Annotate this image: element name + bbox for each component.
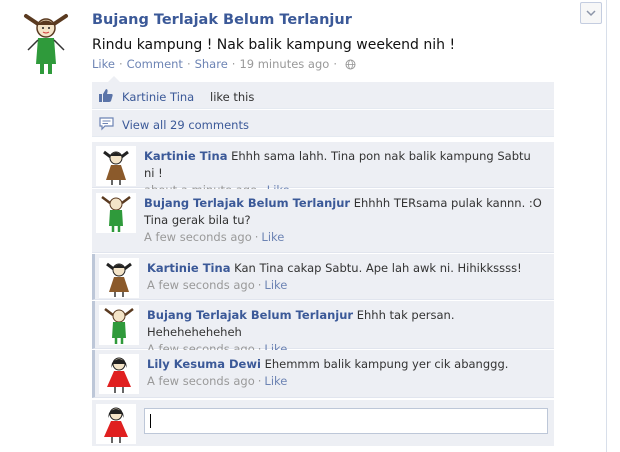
comment-meta: A few seconds ago · Like <box>147 373 547 390</box>
comment-meta: A few seconds ago · Like <box>147 277 547 294</box>
author-avatar[interactable] <box>20 12 72 76</box>
separator: · <box>333 57 337 71</box>
comment-like-link[interactable]: Like <box>264 278 287 292</box>
separator: · <box>186 57 191 71</box>
current-user-avatar <box>96 404 136 444</box>
share-link[interactable]: Share <box>195 57 228 71</box>
comment-meta: A few seconds ago · Like <box>144 229 544 246</box>
comment-author[interactable]: Kartinie Tina <box>144 149 227 163</box>
comment-timestamp[interactable]: A few seconds ago <box>147 278 255 292</box>
commenter-avatar[interactable] <box>96 146 136 186</box>
comment-body: Lily Kesuma Dewi Ehemmm balik kampung ye… <box>147 356 547 390</box>
post-author-name[interactable]: Bujang Terlajak Belum Terlanjur <box>92 12 352 28</box>
comment-bubble-icon <box>99 117 114 131</box>
likes-row: Kartinie Tina like this <box>92 76 554 109</box>
comment-item: Bujang Terlajak Belum Terlanjur Ehhh tak… <box>92 301 554 356</box>
story-menu-button[interactable] <box>580 2 602 24</box>
comment-item: Lily Kesuma Dewi Ehemmm balik kampung ye… <box>92 350 554 398</box>
like-link[interactable]: Like <box>92 57 115 71</box>
add-comment-row <box>92 400 554 446</box>
comment-like-link[interactable]: Like <box>261 230 284 244</box>
separator: · <box>118 57 123 71</box>
chevron-down-icon <box>586 10 596 17</box>
comment-body: Bujang Terlajak Belum Terlanjur Ehhhh TE… <box>144 195 544 246</box>
view-all-comments-row[interactable]: View all 29 comments <box>92 110 554 137</box>
comment-text: Kan Tina cakap Sabtu. Ape lah awk ni. Hi… <box>234 261 522 275</box>
feedback-pointer <box>108 76 120 82</box>
comment-author[interactable]: Bujang Terlajak Belum Terlanjur <box>144 196 350 210</box>
thumbs-up-icon <box>99 89 113 102</box>
comment-item: Kartinie Tina Kan Tina cakap Sabtu. Ape … <box>92 254 554 300</box>
comment-timestamp[interactable]: A few seconds ago <box>144 230 252 244</box>
separator: · <box>231 57 236 71</box>
separator: · <box>254 230 259 244</box>
commenter-avatar[interactable] <box>99 305 139 345</box>
post-timestamp[interactable]: 19 minutes ago <box>239 57 329 71</box>
view-all-comments-link[interactable]: View all 29 comments <box>122 118 249 132</box>
likes-text: like this <box>210 90 255 104</box>
commenter-avatar[interactable] <box>99 258 139 298</box>
comment-author[interactable]: Bujang Terlajak Belum Terlanjur <box>147 308 353 322</box>
commenter-avatar[interactable] <box>99 354 139 394</box>
post-message: Rindu kampung ! Nak balik kampung weeken… <box>92 37 456 53</box>
comment-item: Kartinie Tina Ehhh sama lahh. Tina pon n… <box>92 142 554 197</box>
text-cursor <box>150 414 151 428</box>
comment-item: Bujang Terlajak Belum Terlanjur Ehhhh TE… <box>92 189 554 253</box>
comment-author[interactable]: Lily Kesuma Dewi <box>147 357 261 371</box>
comment-link[interactable]: Comment <box>127 57 183 71</box>
comment-body: Kartinie Tina Kan Tina cakap Sabtu. Ape … <box>147 260 547 294</box>
comment-input[interactable] <box>144 408 548 434</box>
commenter-avatar[interactable] <box>96 193 136 233</box>
comment-text: Ehemmm balik kampung yer cik abanggg. <box>264 357 509 371</box>
separator: · <box>257 374 262 388</box>
separator: · <box>257 278 262 292</box>
post-actions: Like · Comment · Share · 19 minutes ago · <box>92 57 356 71</box>
globe-icon[interactable] <box>345 59 356 70</box>
comment-author[interactable]: Kartinie Tina <box>147 261 230 275</box>
comment-like-link[interactable]: Like <box>264 374 287 388</box>
liker-name[interactable]: Kartinie Tina <box>122 90 194 104</box>
comment-timestamp[interactable]: A few seconds ago <box>147 374 255 388</box>
